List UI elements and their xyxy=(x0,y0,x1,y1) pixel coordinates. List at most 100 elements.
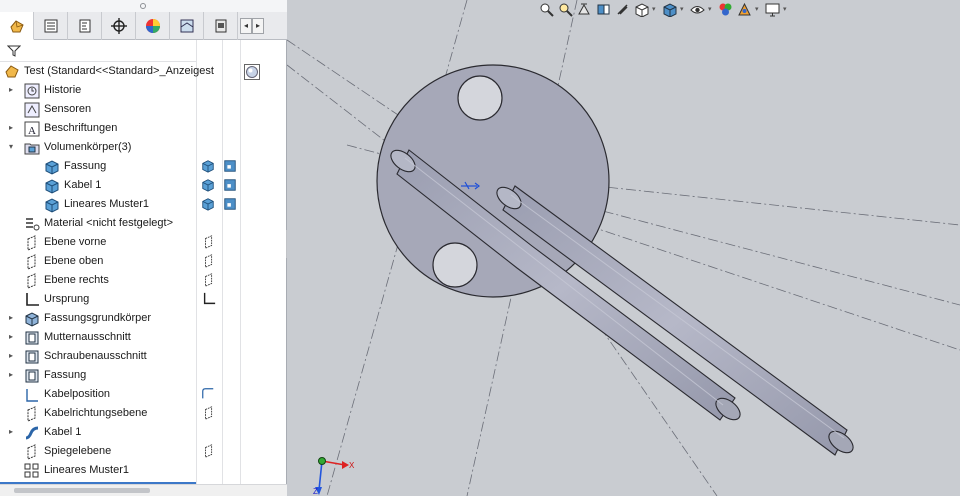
view-orientation-button[interactable] xyxy=(633,1,649,17)
tree-item-label: Schraubenausschnitt xyxy=(44,350,147,362)
tree-item-body-fassung[interactable]: Fassung xyxy=(0,157,287,176)
tab-configuration-manager[interactable] xyxy=(68,12,102,40)
graphics-viewport[interactable]: X Z xyxy=(287,0,960,496)
dropdown-arrow-icon[interactable]: ▾ xyxy=(783,5,789,13)
tab-dimxpert-manager[interactable] xyxy=(102,12,136,40)
tab-scroll-left-button[interactable]: ◂ xyxy=(240,17,252,34)
view-settings-button[interactable] xyxy=(764,1,780,17)
triad-x-label: X xyxy=(349,461,355,470)
body-appearance-icon[interactable] xyxy=(223,178,237,192)
collapse-arrow-icon[interactable]: ▾ xyxy=(9,143,17,151)
history-icon xyxy=(24,83,40,99)
tree-item-feature-kabel-1[interactable]: ▸ Kabel 1 xyxy=(0,423,287,442)
tree-item-material[interactable]: Material <nicht festgelegt> xyxy=(0,214,287,233)
tab-property-manager[interactable] xyxy=(34,12,68,40)
tree-item-ebene-rechts[interactable]: Ebene rechts xyxy=(0,271,287,290)
body-display-icon[interactable] xyxy=(201,197,215,211)
simulation-manager-icon xyxy=(215,19,226,33)
tree-item-mutternausschnitt[interactable]: ▸ Mutternausschnitt xyxy=(0,328,287,347)
tree-item-historie[interactable]: ▸ Historie xyxy=(0,81,287,100)
plane-icon xyxy=(27,235,36,251)
tree-item-sensoren[interactable]: Sensoren xyxy=(0,100,287,119)
dropdown-arrow-icon[interactable]: ▾ xyxy=(652,5,658,13)
horizontal-scrollbar[interactable] xyxy=(0,484,287,496)
tree-item-feature-lineares-muster1[interactable]: Lineares Muster1 xyxy=(0,461,287,480)
tree-item-label: Ebene rechts xyxy=(44,274,109,286)
expand-arrow-icon[interactable]: ▸ xyxy=(9,333,17,341)
tree-item-kabelposition[interactable]: Kabelposition xyxy=(0,385,287,404)
tree-item-volumenkoerper[interactable]: ▾ Volumenkörper(3) xyxy=(0,138,287,157)
dropdown-arrow-icon[interactable]: ▾ xyxy=(680,5,686,13)
display-style-button[interactable] xyxy=(661,1,677,17)
annotation-view-icon xyxy=(616,3,628,15)
tree-item-feature-fassung[interactable]: ▸ Fassung xyxy=(0,366,287,385)
plane-icon xyxy=(27,444,36,460)
tree-filter-row[interactable] xyxy=(0,40,196,62)
dropdown-arrow-icon[interactable]: ▾ xyxy=(755,5,761,13)
scrollbar-thumb[interactable] xyxy=(14,488,150,493)
tree-item-ebene-vorne[interactable]: Ebene vorne xyxy=(0,233,287,252)
expand-arrow-icon[interactable]: ▸ xyxy=(9,124,17,132)
edit-appearance-button[interactable] xyxy=(717,1,733,17)
display-state-sphere-icon[interactable] xyxy=(244,64,260,80)
property-manager-icon xyxy=(44,19,57,33)
tree-item-body-lineares-muster1[interactable]: Lineares Muster1 xyxy=(0,195,287,214)
tree-root[interactable]: Test (Standard<<Standard>_Anzeigest xyxy=(0,62,287,81)
annotation-icon: A xyxy=(24,121,40,137)
tree-item-label: Historie xyxy=(44,84,82,96)
zoom-to-area-button[interactable] xyxy=(557,1,573,17)
origin-visibility-icon[interactable] xyxy=(202,292,216,306)
filter-funnel-icon xyxy=(7,45,21,57)
section-view-button[interactable] xyxy=(595,1,611,17)
tree-item-label: Sensoren xyxy=(44,103,92,115)
dropdown-arrow-icon[interactable]: ▾ xyxy=(708,5,714,13)
tab-scroll-right-button[interactable]: ▸ xyxy=(252,17,264,34)
cut-extrude-icon xyxy=(25,369,39,383)
tree-item-label: Fassung xyxy=(64,160,107,172)
rod-lineares-muster1[interactable] xyxy=(493,183,857,457)
tree-item-spiegelebene[interactable]: Spiegelebene xyxy=(0,442,287,461)
expand-arrow-icon[interactable]: ▸ xyxy=(9,371,17,379)
tree-item-label: Mutternausschnitt xyxy=(44,331,131,343)
dynamic-annotation-button[interactable] xyxy=(614,1,630,17)
body-appearance-icon[interactable] xyxy=(223,197,237,211)
body-display-icon[interactable] xyxy=(201,178,215,192)
tab-feature-manager[interactable] xyxy=(0,12,34,40)
tab-display-manager[interactable] xyxy=(136,12,170,40)
plane-visibility-icon[interactable] xyxy=(202,444,216,458)
plane-visibility-icon[interactable] xyxy=(202,273,216,287)
tree-item-beschriftungen[interactable]: ▸ A Beschriftungen xyxy=(0,119,287,138)
panel-grip[interactable] xyxy=(0,0,287,12)
tree-item-fassungsgrundkoerper[interactable]: ▸ Fassungsgrundkörper xyxy=(0,309,287,328)
apply-scene-button[interactable] xyxy=(736,1,752,17)
tree-item-label: Beschriftungen xyxy=(44,122,118,134)
feature-manager-panel: ◂ ▸ Test (Standard<<Standard>_Anzeigest … xyxy=(0,0,287,496)
section-view-icon xyxy=(597,4,609,14)
tree-item-ebene-oben[interactable]: Ebene oben xyxy=(0,252,287,271)
expand-arrow-icon[interactable]: ▸ xyxy=(9,86,17,94)
tree-item-schraubenausschnitt[interactable]: ▸ Schraubenausschnitt xyxy=(0,347,287,366)
tree-item-label: Material <nicht festgelegt> xyxy=(44,217,174,229)
previous-view-icon xyxy=(577,3,590,14)
dimxpert-crosshair-icon xyxy=(110,18,127,34)
plane-visibility-icon[interactable] xyxy=(202,254,216,268)
expand-arrow-icon[interactable]: ▸ xyxy=(9,428,17,436)
previous-view-button[interactable] xyxy=(576,1,592,17)
tree-item-body-kabel-1[interactable]: Kabel 1 xyxy=(0,176,287,195)
sketch-visibility-icon[interactable] xyxy=(201,387,215,401)
tree-item-ursprung[interactable]: Ursprung xyxy=(0,290,287,309)
expand-arrow-icon[interactable]: ▸ xyxy=(9,352,17,360)
body-appearance-icon[interactable] xyxy=(223,159,237,173)
plane-visibility-icon[interactable] xyxy=(202,406,216,420)
tree-item-kabelrichtungsebene[interactable]: Kabelrichtungsebene xyxy=(0,404,287,423)
zoom-to-fit-button[interactable] xyxy=(538,1,554,17)
tab-appearance-manager[interactable] xyxy=(170,12,204,40)
expand-arrow-icon[interactable]: ▸ xyxy=(9,314,17,322)
body-display-icon[interactable] xyxy=(201,159,215,173)
tab-simulation-manager[interactable] xyxy=(204,12,238,40)
plane-visibility-icon[interactable] xyxy=(202,235,216,249)
svg-text:A: A xyxy=(28,125,36,137)
display-style-icon xyxy=(663,2,676,17)
hide-show-items-button[interactable] xyxy=(689,1,705,17)
appearance-manager-icon xyxy=(180,19,193,33)
